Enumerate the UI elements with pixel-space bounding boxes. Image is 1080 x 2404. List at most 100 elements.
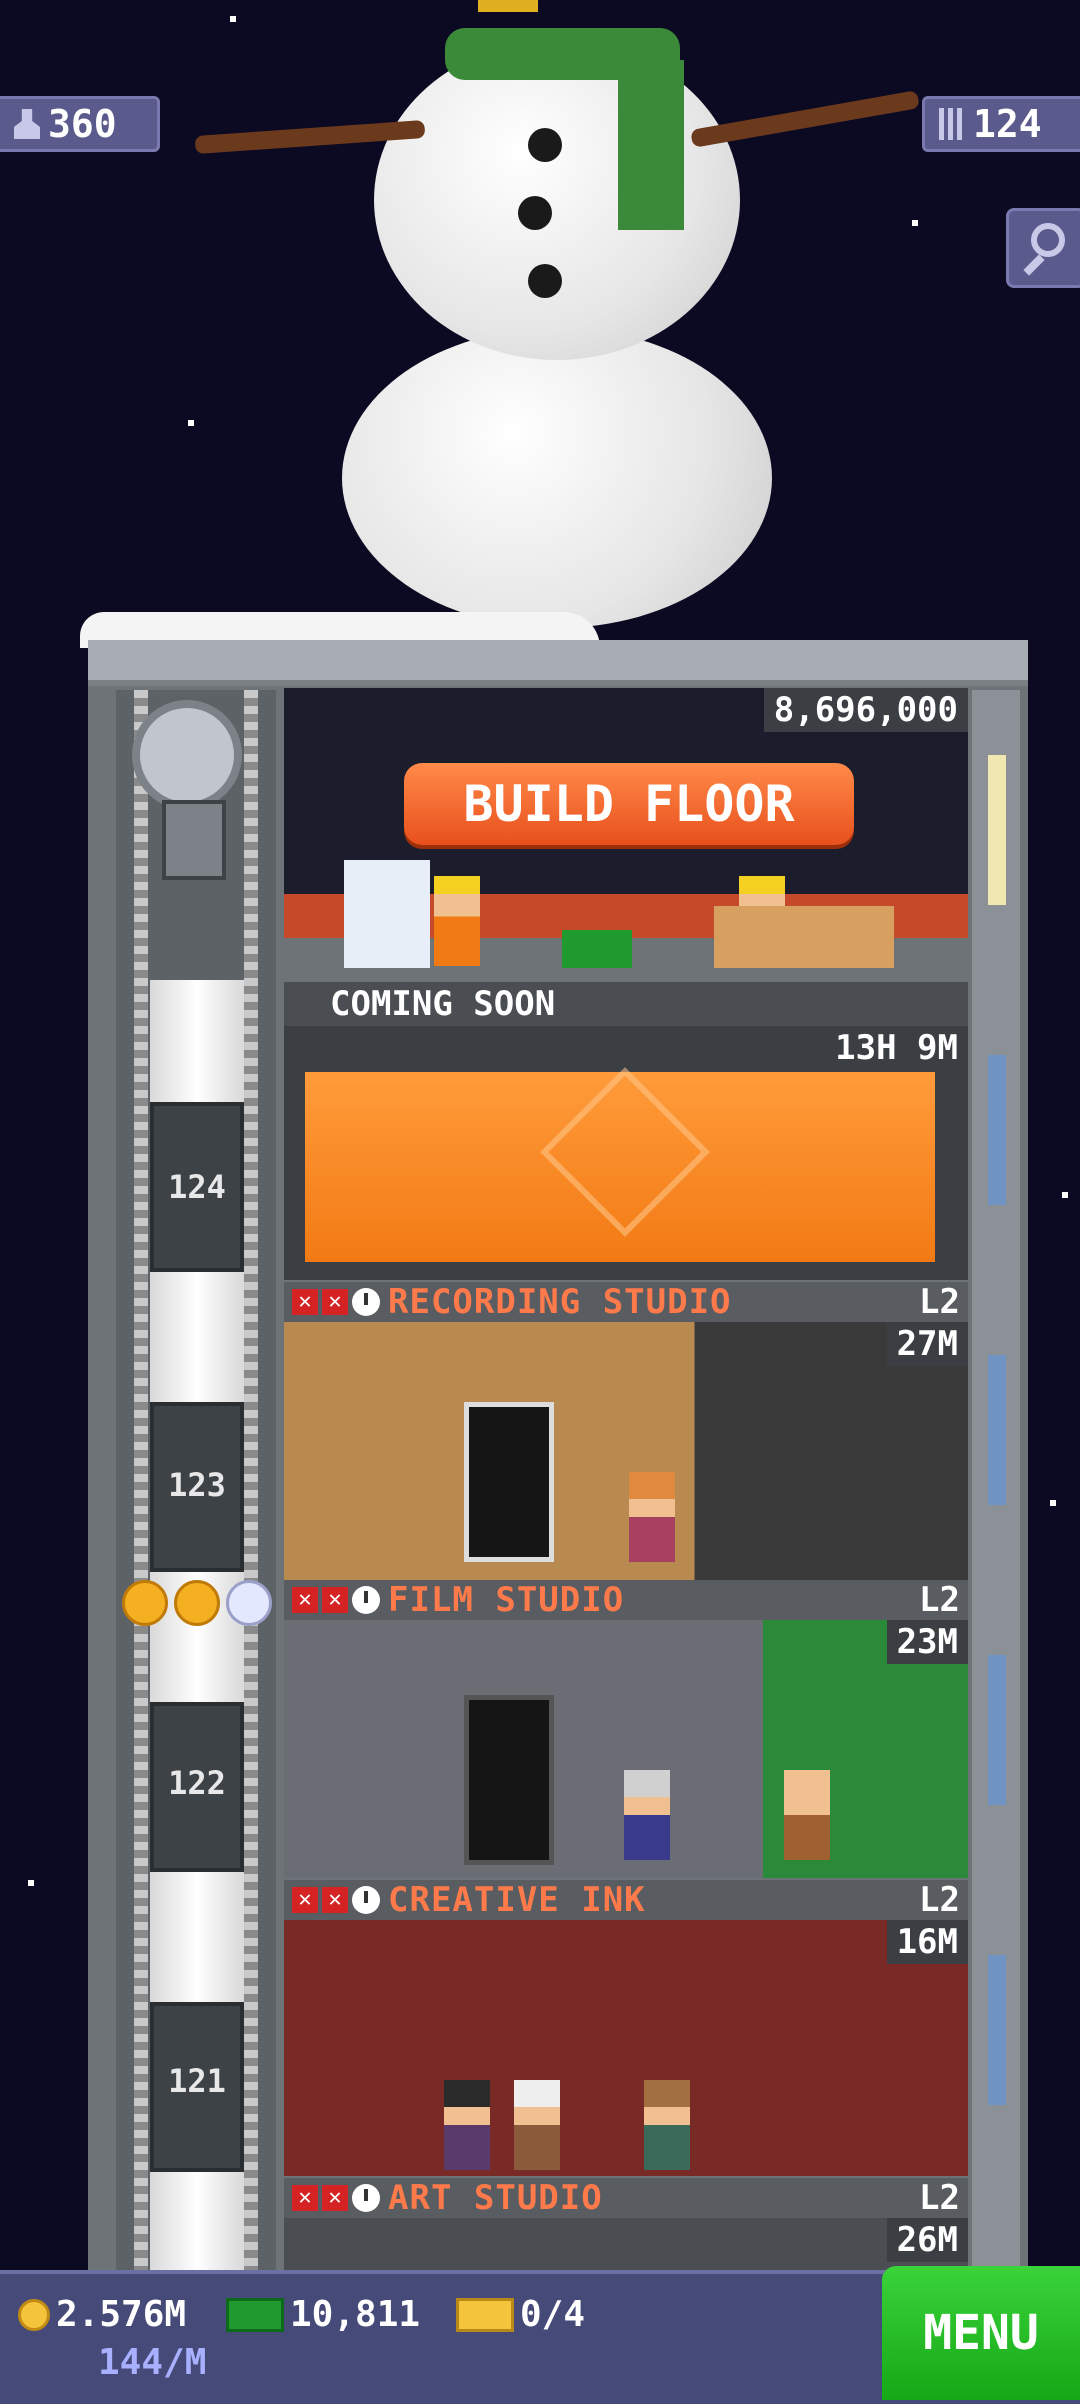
floor-name: ART STUDIO	[388, 2178, 603, 2218]
build-price: 8,696,000	[763, 688, 968, 732]
population-badge[interactable]: 360	[0, 96, 160, 152]
coin-icon	[18, 2298, 50, 2331]
elevator-landing	[150, 980, 244, 1102]
elevator-cable-left	[134, 690, 148, 2275]
ticket-icon	[456, 2297, 514, 2332]
elevator-landing	[150, 1272, 244, 1402]
floor-name-bar[interactable]: ✕ ✕ RECORDING STUDIO L2	[284, 1282, 968, 1322]
magnifier-handle	[1023, 254, 1045, 276]
tower-roof	[88, 640, 1028, 686]
tickets-display[interactable]: 0/4	[456, 2294, 585, 2335]
magnifier-icon	[1031, 223, 1065, 257]
floor-recording-studio[interactable]: 27M	[284, 1322, 968, 1580]
clock-icon	[352, 1288, 380, 1316]
star-decoration	[1062, 1192, 1068, 1198]
floors-value: 124	[973, 102, 1042, 146]
coin-rate: 144/M	[98, 2342, 206, 2383]
x-mark-icon: ✕	[322, 2185, 348, 2211]
clock-icon	[352, 1886, 380, 1914]
resident	[624, 1770, 670, 1860]
clock-icon	[352, 1586, 380, 1614]
floor-name-bar[interactable]: ✕ ✕ ART STUDIO L2	[284, 2178, 968, 2218]
x-mark-icon: ✕	[322, 1587, 348, 1613]
crate	[344, 860, 430, 968]
x-mark-icon: ✕	[292, 1587, 318, 1613]
floor-price: 26M	[886, 2218, 968, 2262]
floor-name: FILM STUDIO	[388, 1580, 625, 1620]
resident	[444, 2080, 490, 2170]
search-button[interactable]	[1006, 208, 1080, 288]
bux-value: 10,811	[290, 2294, 421, 2335]
star-decoration	[1050, 1500, 1056, 1506]
resident	[514, 2080, 560, 2170]
snowman-button	[528, 128, 562, 162]
menu-button[interactable]: MENU	[882, 2266, 1080, 2400]
floor-price: 23M	[886, 1620, 968, 1664]
resident	[629, 1472, 675, 1562]
floor-creative-ink[interactable]: 16M	[284, 1920, 968, 2176]
elevator-landing	[150, 1872, 244, 2002]
coin-rate-value: 144/M	[98, 2342, 207, 2383]
construction-tarp	[305, 1067, 935, 1262]
coins-value: 2.576M	[56, 2294, 187, 2335]
coins-display[interactable]: 2.576M	[18, 2294, 186, 2335]
tower-window	[988, 755, 1006, 905]
building-icon	[939, 108, 965, 140]
resident	[644, 2080, 690, 2170]
snowman-arm-right	[690, 90, 920, 148]
floor-rating	[122, 1580, 272, 1626]
tower-window	[988, 1355, 1006, 1505]
star-decoration	[188, 420, 194, 426]
floor-number: 121	[168, 2062, 226, 2100]
gold-star-icon	[122, 1580, 168, 1626]
elevator-cable-right	[244, 690, 258, 2275]
star-decoration	[28, 1880, 34, 1886]
build-floor-button[interactable]: BUILD FLOOR	[404, 763, 854, 845]
floor-level: L2	[919, 1880, 960, 1920]
floor-name-bar[interactable]: ✕ ✕ FILM STUDIO L2	[284, 1580, 968, 1620]
star-decoration	[230, 16, 236, 22]
snowman-scarf-tail	[618, 60, 684, 230]
construction-sign-icon	[540, 1067, 710, 1237]
elevator-landing	[150, 2172, 244, 2272]
floor-name: CREATIVE INK	[388, 1880, 646, 1920]
x-mark-icon: ✕	[322, 1289, 348, 1315]
toolbox-icon	[562, 930, 632, 968]
floor-level: L2	[919, 2178, 960, 2218]
door	[464, 1402, 554, 1562]
snowman-carrot	[478, 0, 538, 12]
crate	[714, 906, 894, 968]
worker-left	[434, 876, 480, 966]
floor-film-studio[interactable]: 23M	[284, 1620, 968, 1878]
construction-timer: 13H 9M	[825, 1026, 968, 1070]
population-value: 360	[48, 102, 117, 146]
coming-soon-label: COMING SOON	[284, 982, 968, 1026]
floor-art-studio[interactable]: 26M	[284, 2218, 968, 2270]
x-mark-icon: ✕	[292, 1289, 318, 1315]
resident	[784, 1770, 830, 1860]
tower-window	[988, 1955, 1006, 2105]
snowman-bottom	[342, 328, 772, 628]
floors-badge[interactable]: 124	[922, 96, 1080, 152]
tower-window	[988, 1655, 1006, 1805]
snowman-middle	[374, 40, 740, 360]
elevator-car[interactable]	[162, 800, 226, 880]
tower-window	[988, 1055, 1006, 1205]
floor-number: 123	[168, 1466, 226, 1504]
floor-name-bar[interactable]: ✕ ✕ CREATIVE INK L2	[284, 1880, 968, 1920]
person-icon	[14, 109, 40, 139]
floor-price: 27M	[886, 1322, 968, 1366]
floor-level: L2	[919, 1580, 960, 1620]
floor-price: 16M	[886, 1920, 968, 1964]
tickets-value: 0/4	[520, 2294, 586, 2335]
bux-display[interactable]: 10,811	[226, 2294, 420, 2335]
x-mark-icon: ✕	[292, 1887, 318, 1913]
bux-icon	[226, 2297, 284, 2332]
x-mark-icon: ✕	[322, 1887, 348, 1913]
floor-level: L2	[919, 1282, 960, 1322]
snowman-button	[528, 264, 562, 298]
door	[464, 1695, 554, 1865]
floor-name: RECORDING STUDIO	[388, 1282, 732, 1322]
silver-star-icon	[226, 1580, 272, 1626]
floor-number: 124	[168, 1168, 226, 1206]
